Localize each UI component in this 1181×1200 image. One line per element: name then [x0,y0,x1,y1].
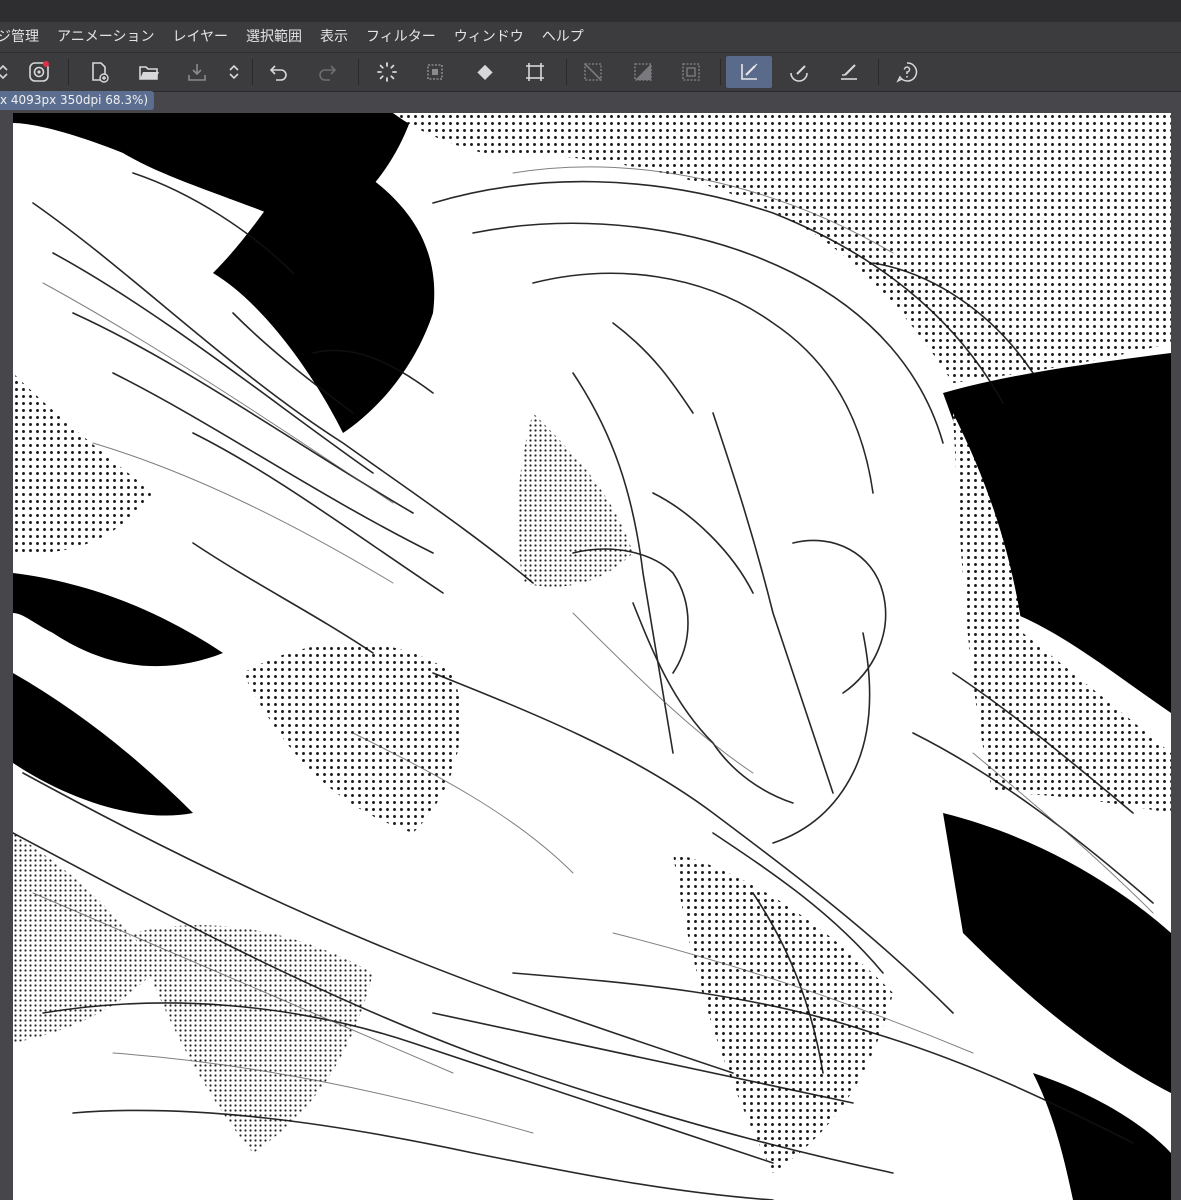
menu-animation[interactable]: アニメーション [48,22,163,52]
menu-help[interactable]: ヘルプ [533,22,593,52]
menu-bar: ジ管理 アニメーション レイヤー 選択範囲 表示 フィルター ウィンドウ ヘルプ [0,22,1181,52]
menu-selection[interactable]: 選択範囲 [237,22,311,52]
save-icon[interactable] [180,56,214,88]
help-icon[interactable] [890,56,924,88]
deselect-icon[interactable] [576,56,610,88]
command-bar [0,52,1181,92]
menu-page-management[interactable]: ジ管理 [0,22,48,52]
fill-icon[interactable] [468,56,502,88]
canvas-area[interactable] [0,111,1181,1200]
undo-icon[interactable] [262,56,296,88]
menu-window[interactable]: ウィンドウ [445,22,533,52]
artwork-illustration [13,113,1171,1200]
stepper-icon[interactable] [0,56,16,88]
snap-special-ruler-icon[interactable] [782,56,816,88]
invert-selection-icon[interactable] [626,56,660,88]
clear-icon[interactable] [418,56,452,88]
loading-icon[interactable] [370,56,404,88]
redo-icon[interactable] [310,56,344,88]
stepper-icon[interactable] [222,56,246,88]
menu-view[interactable]: 表示 [311,22,357,52]
clip-studio-window: ジ管理 アニメーション レイヤー 選択範囲 表示 フィルター ウィンドウ ヘルプ [0,0,1181,1200]
open-folder-icon[interactable] [132,56,166,88]
menu-filter[interactable]: フィルター [357,22,445,52]
title-bar [0,0,1181,22]
snap-ruler-icon[interactable] [726,56,772,88]
cloud-sync-icon[interactable] [22,56,56,88]
document-tab[interactable]: x 4093px 350dpi 68.3%) [0,91,155,110]
menu-layer[interactable]: レイヤー [163,22,237,52]
drawing-canvas[interactable] [13,113,1171,1200]
document-tab-label: x 4093px 350dpi 68.3%) [0,93,149,107]
snap-grid-icon[interactable] [832,56,866,88]
transform-icon[interactable] [518,56,552,88]
new-file-icon[interactable] [82,56,116,88]
selection-border-icon[interactable] [674,56,708,88]
